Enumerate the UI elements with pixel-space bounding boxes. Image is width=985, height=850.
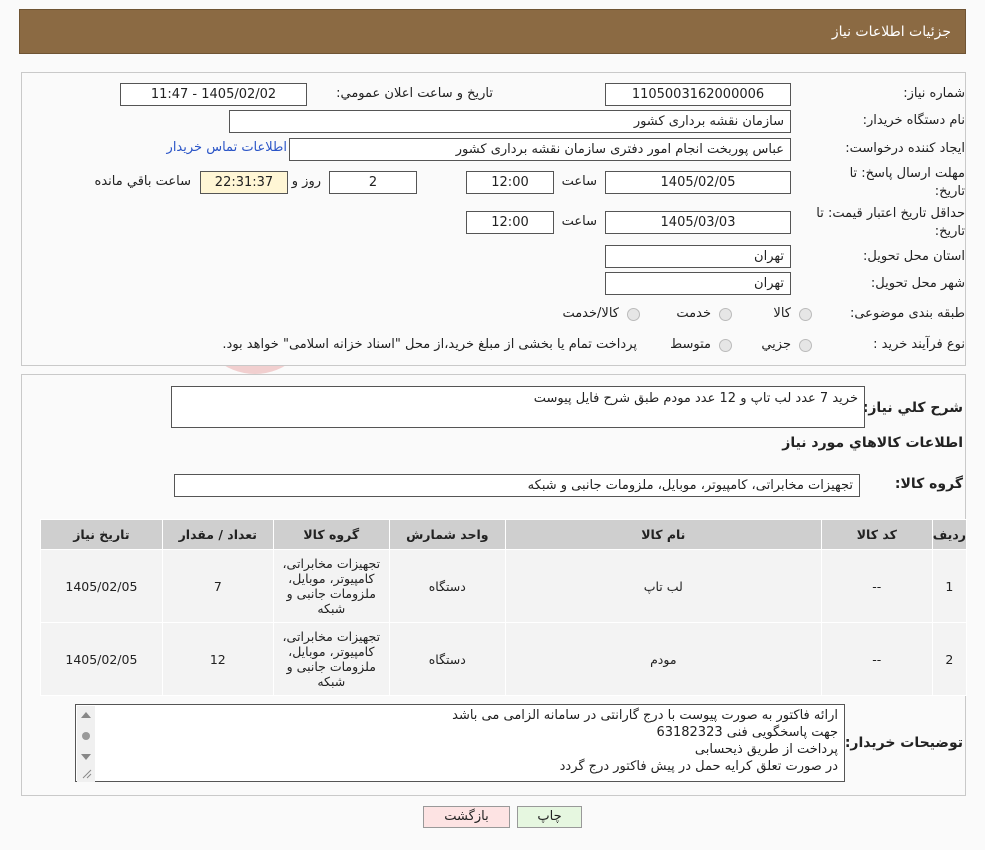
cell-unit: دستگاه	[388, 622, 506, 696]
announce-label: تاریخ و ساعت اعلان عمومي:	[336, 86, 493, 101]
creator-field: عباس پوربخت انجام امور دفتری سازمان نقشه…	[289, 138, 791, 161]
scrollbar-arrows-icon	[81, 712, 92, 779]
category-option-goods: کالا	[773, 306, 791, 321]
deadline-time-field: 12:00	[466, 171, 554, 194]
cell-group: تجهیزات مخابراتی، کامپیوتر، موبایل، ملزو…	[272, 622, 390, 696]
need-number-label: شماره نیاز:	[903, 86, 965, 101]
category-option-service: خدمت	[676, 306, 711, 321]
category-radio-service[interactable]	[719, 308, 732, 321]
category-option-goods-service: کالا/خدمت	[562, 306, 619, 321]
days-field: 2	[329, 171, 417, 194]
buyer-note-line: در صورت تعلق کرایه حمل در پیش فاکتور درج…	[559, 759, 838, 774]
category-radio-goods[interactable]	[799, 308, 812, 321]
items-table-header: ردیف کد کالا نام کالا واحد شمارش گروه کا…	[40, 519, 968, 550]
cell-quantity: 7	[161, 549, 274, 623]
validity-time-label: ساعت	[561, 214, 597, 229]
cell-code: --	[820, 622, 933, 696]
cell-quantity: 12	[161, 622, 274, 696]
validity-date-field: 1405/03/03	[605, 211, 791, 234]
notes-scrollbar[interactable]	[77, 706, 95, 782]
group-label: گروه کالا:	[894, 476, 963, 492]
validity-label-2: تاریخ:	[934, 224, 965, 239]
city-label: شهر محل تحویل:	[870, 276, 965, 291]
province-label: استان محل تحویل:	[863, 249, 965, 264]
page-header: جزئیات اطلاعات نیاز	[19, 9, 966, 54]
cell-group: تجهیزات مخابراتی، کامپیوتر، موبایل، ملزو…	[272, 549, 390, 623]
process-radio-medium[interactable]	[719, 339, 732, 352]
col-row: ردیف	[931, 519, 968, 550]
cell-date: 1405/02/05	[40, 622, 163, 696]
buyer-notes-label: توضیحات خریدار:	[844, 735, 963, 751]
need-number-field: 1105003162000006	[605, 83, 791, 106]
category-label: طبقه بندی موضوعی:	[849, 306, 965, 321]
process-option-minor: جزيي	[761, 337, 791, 352]
items-panel: شرح کلي نیاز: خرید 7 عدد لب تاپ و 12 عدد…	[21, 374, 968, 796]
buyer-note-line: جهت پاسخگویی فنی 63182323	[656, 725, 838, 740]
remaining-time-field: 22:31:37	[200, 171, 288, 194]
remaining-label: ساعت باقي مانده	[94, 174, 191, 189]
col-code: کد کالا	[820, 519, 933, 550]
col-group: گروه کالا	[272, 519, 390, 550]
cell-code: --	[820, 549, 933, 623]
city-field: تهران	[605, 272, 791, 295]
items-title: اطلاعات کالاهاي مورد نیاز	[782, 435, 963, 451]
col-unit: واحد شمارش	[388, 519, 506, 550]
creator-label: ایجاد کننده درخواست:	[845, 141, 965, 156]
cell-name: لب تاپ	[504, 549, 822, 623]
deadline-label-2: تاریخ:	[934, 184, 965, 199]
cell-date: 1405/02/05	[40, 549, 163, 623]
cell-name: مودم	[504, 622, 822, 696]
buyer-notes-textarea[interactable]: ارائه فاکتور به صورت پیوست با درج گارانت…	[75, 704, 845, 782]
category-radio-goods-service[interactable]	[627, 308, 640, 321]
validity-label-1: حداقل تاریخ اعتبار قیمت: تا	[816, 206, 965, 221]
validity-time-field: 12:00	[466, 211, 554, 234]
group-field: تجهیزات مخابراتی، کامپیوتر، موبایل، ملزو…	[174, 474, 860, 497]
deadline-label-1: مهلت ارسال پاسخ: تا	[849, 166, 965, 181]
col-quantity: تعداد / مقدار	[161, 519, 274, 550]
process-label: نوع فرآیند خرید :	[873, 337, 965, 352]
buyer-note-line: ارائه فاکتور به صورت پیوست با درج گارانت…	[452, 708, 838, 723]
process-radio-minor[interactable]	[799, 339, 812, 352]
deadline-date-field: 1405/02/05	[605, 171, 791, 194]
table-row: 2 -- مودم دستگاه تجهیزات مخابراتی، کامپی…	[40, 622, 968, 696]
items-table: ردیف کد کالا نام کالا واحد شمارش گروه کا…	[40, 519, 968, 696]
buyer-org-field: سازمان نقشه برداری کشور	[229, 110, 791, 133]
cell-unit: دستگاه	[388, 549, 506, 623]
summary-text: خرید 7 عدد لب تاپ و 12 عدد مودم طبق شرح …	[533, 391, 858, 406]
cell-row: 1	[931, 549, 968, 623]
need-info-panel: شماره نیاز: 1105003162000006 تاریخ و ساع…	[21, 72, 966, 366]
back-button[interactable]: بازگشت	[423, 806, 510, 828]
announce-datetime-field: 1405/02/02 - 11:47	[120, 83, 307, 106]
cell-row: 2	[931, 622, 968, 696]
process-note: پرداخت تمام یا بخشی از مبلغ خرید،از محل …	[222, 337, 637, 352]
print-button[interactable]: چاپ	[517, 806, 582, 828]
buyer-contact-link[interactable]: اطلاعات تماس خریدار	[167, 140, 287, 155]
table-row: 1 -- لب تاپ دستگاه تجهیزات مخابراتی، کام…	[40, 549, 968, 623]
buyer-note-line: پرداخت از طریق ذیحسابی	[694, 742, 838, 757]
col-date: تاریخ نیاز	[40, 519, 163, 550]
buyer-org-label: نام دستگاه خریدار:	[862, 113, 965, 128]
province-field: تهران	[605, 245, 791, 268]
page-title: جزئیات اطلاعات نیاز	[831, 24, 951, 40]
days-label: روز و	[291, 174, 321, 189]
summary-label: شرح کلي نیاز:	[862, 400, 963, 416]
col-name: نام کالا	[504, 519, 822, 550]
process-option-medium: متوسط	[670, 337, 711, 352]
deadline-time-label: ساعت	[561, 174, 597, 189]
summary-textarea[interactable]: خرید 7 عدد لب تاپ و 12 عدد مودم طبق شرح …	[171, 386, 865, 428]
